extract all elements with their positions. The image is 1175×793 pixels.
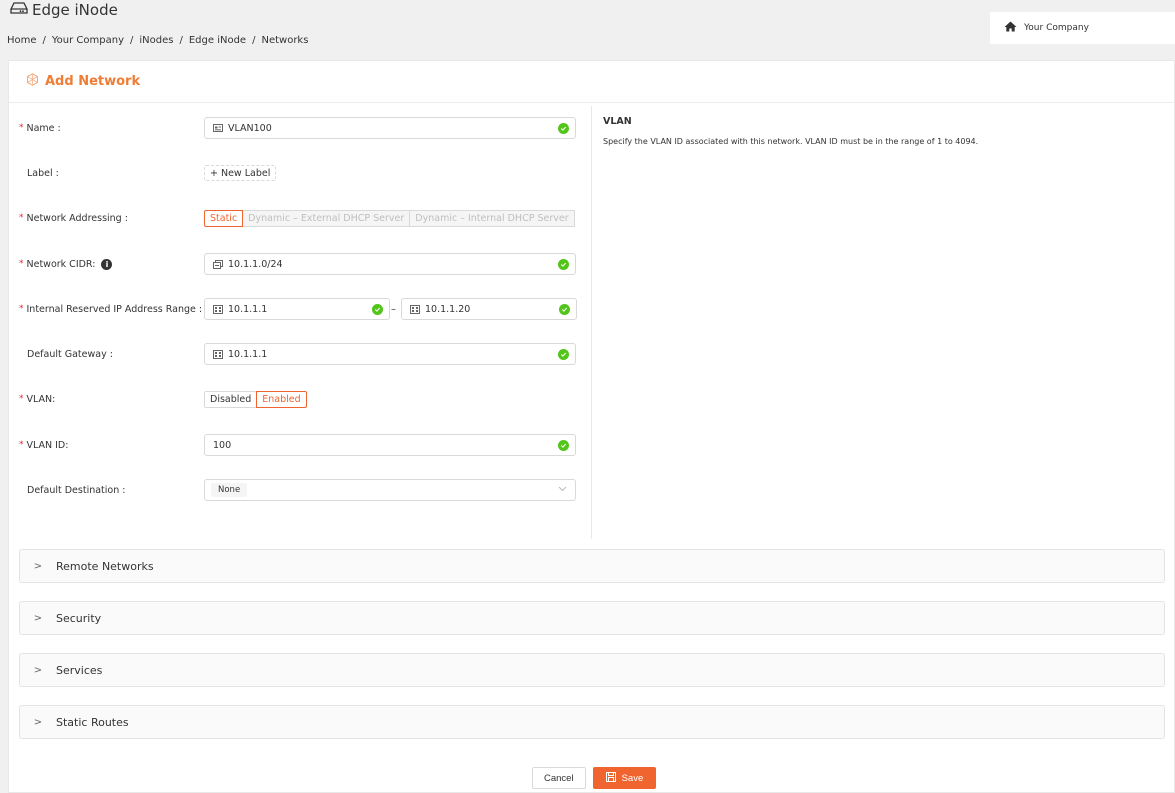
breadcrumb-separator: / bbox=[179, 35, 183, 46]
panel-title: Static Routes bbox=[56, 715, 129, 729]
check-circle-icon bbox=[558, 259, 569, 270]
name-row: * Name : VLAN100 bbox=[9, 116, 599, 140]
subnet-icon bbox=[213, 259, 224, 269]
destination-value: None bbox=[211, 483, 248, 497]
company-name: Your Company bbox=[1024, 23, 1089, 33]
help-panel: VLAN Specify the VLAN ID associated with… bbox=[603, 116, 1163, 146]
app-title-text: Edge iNode bbox=[32, 1, 118, 19]
save-label: Save bbox=[621, 772, 644, 784]
panel-title: Security bbox=[56, 611, 102, 625]
card-title: Add Network bbox=[45, 74, 141, 89]
label-row: Label : + New Label bbox=[9, 161, 599, 185]
addressing-option-static[interactable]: Static bbox=[204, 209, 244, 227]
cancel-button[interactable]: Cancel bbox=[532, 767, 586, 789]
check-circle-icon bbox=[372, 304, 383, 315]
breadcrumb: Home / Your Company / iNodes / Edge iNod… bbox=[7, 35, 308, 46]
new-label-button[interactable]: + New Label bbox=[204, 165, 277, 181]
vlan-row: * VLAN: Disabled Enabled bbox=[9, 387, 599, 411]
vlan-option-enabled[interactable]: Enabled bbox=[256, 390, 307, 408]
destination-row: Default Destination : None bbox=[9, 478, 599, 502]
vlan-id-label: * VLAN ID: bbox=[19, 439, 69, 451]
breadcrumb-edge-inode[interactable]: Edge iNode bbox=[189, 35, 246, 46]
addressing-row: * Network Addressing : Static Dynamic – E… bbox=[9, 206, 599, 230]
home-icon bbox=[1004, 21, 1017, 35]
reserved-range-start-input[interactable]: 10.1.1.1 bbox=[204, 298, 390, 320]
cidr-row: * Network CIDR: i 10.1.1.0/24 bbox=[9, 252, 599, 276]
form-footer: Cancel Save bbox=[532, 767, 657, 789]
hard-drive-icon bbox=[10, 1, 28, 19]
cidr-label: * Network CIDR: i bbox=[19, 258, 113, 270]
panel-services[interactable]: > Services bbox=[19, 653, 1165, 687]
breadcrumb-separator: / bbox=[252, 35, 256, 46]
panel-remote-networks[interactable]: > Remote Networks bbox=[19, 549, 1165, 583]
vlan-label: * VLAN: bbox=[19, 393, 56, 405]
panel-static-routes[interactable]: > Static Routes bbox=[19, 705, 1165, 739]
reserved-range-row: * Internal Reserved IP Address Range : 10… bbox=[9, 297, 599, 321]
ip-address-icon bbox=[213, 304, 224, 314]
network-icon bbox=[26, 73, 39, 90]
cidr-input[interactable]: 10.1.1.0/24 bbox=[204, 253, 576, 275]
app-title: Edge iNode bbox=[10, 1, 118, 19]
cidr-value: 10.1.1.0/24 bbox=[228, 258, 283, 270]
check-circle-icon bbox=[559, 304, 570, 315]
add-network-card: Add Network * Name : VLAN100 Label : + Ne… bbox=[8, 60, 1175, 793]
save-icon bbox=[605, 771, 616, 785]
breadcrumb-networks: Networks bbox=[261, 35, 309, 46]
gateway-row: Default Gateway : 10.1.1.1 bbox=[9, 342, 599, 366]
addressing-option-internal-dhcp[interactable]: Dynamic – Internal DHCP Server bbox=[409, 209, 575, 227]
vlan-segmented-control: Disabled Enabled bbox=[204, 390, 307, 408]
chevron-down-icon bbox=[558, 485, 567, 495]
panel-security[interactable]: > Security bbox=[19, 601, 1165, 635]
reserved-range-end-value: 10.1.1.20 bbox=[425, 303, 471, 315]
save-button[interactable]: Save bbox=[592, 767, 657, 789]
breadcrumb-separator: / bbox=[42, 35, 46, 46]
ip-address-icon bbox=[410, 304, 421, 314]
panel-title: Remote Networks bbox=[56, 559, 154, 573]
divider bbox=[591, 106, 592, 539]
card-header: Add Network bbox=[9, 61, 1174, 103]
reserved-range-end-input[interactable]: 10.1.1.20 bbox=[401, 298, 577, 320]
gateway-label: Default Gateway : bbox=[27, 348, 113, 360]
destination-select[interactable]: None bbox=[204, 479, 576, 501]
breadcrumb-inodes[interactable]: iNodes bbox=[139, 35, 173, 46]
gateway-value: 10.1.1.1 bbox=[228, 348, 268, 360]
id-card-icon bbox=[213, 124, 224, 133]
name-value: VLAN100 bbox=[228, 122, 272, 134]
help-title: VLAN bbox=[603, 116, 632, 127]
destination-label: Default Destination : bbox=[27, 484, 126, 496]
breadcrumb-company[interactable]: Your Company bbox=[52, 35, 124, 46]
help-text: Specify the VLAN ID associated with this… bbox=[603, 137, 979, 146]
check-circle-icon bbox=[558, 123, 569, 134]
addressing-label: * Network Addressing : bbox=[19, 212, 128, 224]
check-circle-icon bbox=[558, 349, 569, 360]
chevron-right-icon: > bbox=[33, 612, 43, 624]
vlan-option-disabled[interactable]: Disabled bbox=[204, 390, 258, 408]
vlan-id-row: * VLAN ID: 100 bbox=[9, 433, 599, 457]
ip-address-icon bbox=[213, 349, 224, 359]
vlan-id-input[interactable]: 100 bbox=[204, 434, 576, 456]
breadcrumb-separator: / bbox=[130, 35, 134, 46]
name-input[interactable]: VLAN100 bbox=[204, 117, 576, 139]
panel-title: Services bbox=[56, 663, 103, 677]
chevron-right-icon: > bbox=[33, 560, 43, 572]
addressing-segmented-control: Static Dynamic – External DHCP Server Dy… bbox=[204, 209, 575, 227]
name-label: * Name : bbox=[19, 122, 61, 134]
reserved-range-label: * Internal Reserved IP Address Range : bbox=[19, 303, 203, 315]
check-circle-icon bbox=[558, 440, 569, 451]
gateway-input[interactable]: 10.1.1.1 bbox=[204, 343, 576, 365]
info-icon[interactable]: i bbox=[101, 258, 113, 270]
vlan-id-value: 100 bbox=[213, 439, 232, 451]
breadcrumb-home[interactable]: Home bbox=[7, 35, 37, 46]
range-separator: – bbox=[391, 303, 396, 315]
reserved-range-start-value: 10.1.1.1 bbox=[228, 303, 268, 315]
chevron-right-icon: > bbox=[33, 716, 43, 728]
chevron-right-icon: > bbox=[33, 664, 43, 676]
company-selector[interactable]: Your Company bbox=[990, 12, 1175, 44]
label-label: Label : bbox=[27, 167, 59, 179]
addressing-option-external-dhcp[interactable]: Dynamic – External DHCP Server bbox=[242, 209, 411, 227]
